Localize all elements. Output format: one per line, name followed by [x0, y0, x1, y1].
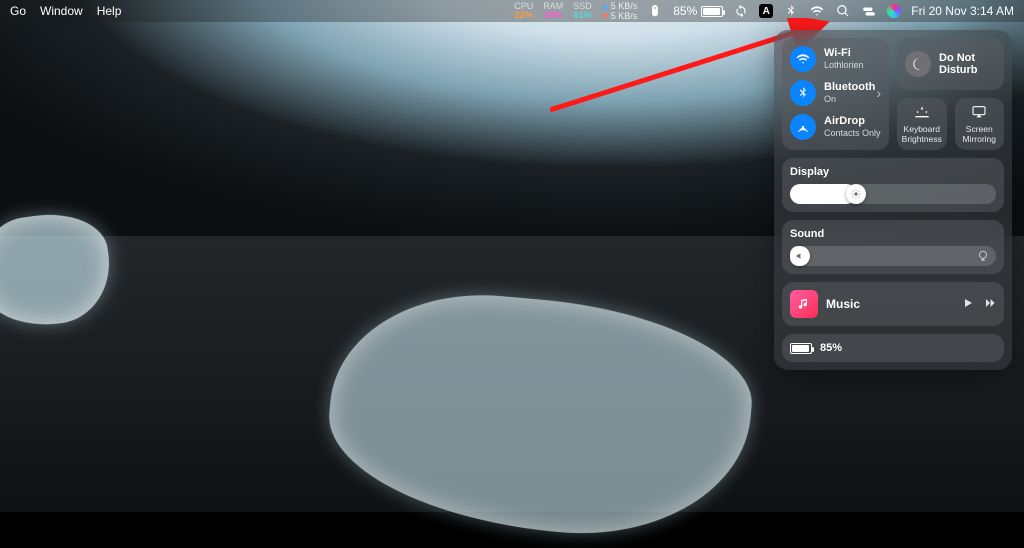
wifi-icon — [790, 46, 816, 72]
search-icon[interactable] — [835, 3, 851, 19]
battery-icon — [790, 343, 812, 354]
sound-label: Sound — [790, 228, 996, 240]
moon-icon — [905, 51, 931, 77]
screen-mirroring-icon — [971, 104, 987, 120]
menu-go[interactable]: Go — [10, 4, 26, 18]
display-brightness-slider[interactable] — [790, 184, 996, 204]
battery-percent: 85% — [820, 342, 842, 354]
bluetooth-toggle[interactable]: BluetoothOn › — [790, 80, 881, 106]
chevron-right-icon[interactable]: › — [876, 85, 881, 101]
battery-icon — [701, 6, 723, 17]
menu-help[interactable]: Help — [97, 4, 122, 18]
sound-volume-slider[interactable] — [790, 246, 996, 266]
airdrop-icon — [790, 114, 816, 140]
menubar-datetime[interactable]: Fri 20 Nov 3:14 AM — [911, 4, 1014, 18]
wifi-icon[interactable] — [809, 3, 825, 19]
airplay-audio-icon[interactable] — [976, 249, 990, 263]
music-app-icon — [790, 290, 818, 318]
stat-cpu[interactable]: CPU 22% — [514, 2, 533, 20]
menu-window[interactable]: Window — [40, 4, 83, 18]
display-label: Display — [790, 166, 996, 178]
play-button[interactable] — [962, 297, 974, 312]
stat-ssd[interactable]: SSD 61% — [573, 2, 592, 20]
menubar-battery-percent: 85% — [673, 4, 697, 18]
siri-icon[interactable] — [887, 4, 901, 18]
now-playing-tile[interactable]: Music — [782, 282, 1004, 326]
control-center-icon[interactable] — [861, 3, 877, 19]
bluetooth-icon — [790, 80, 816, 106]
screen-mirroring-button[interactable]: Screen Mirroring — [955, 98, 1005, 150]
now-playing-title: Music — [826, 297, 954, 311]
next-track-button[interactable] — [984, 297, 996, 312]
speaker-icon — [795, 251, 805, 261]
bluetooth-icon[interactable] — [783, 3, 799, 19]
keyboard-brightness-button[interactable]: Keyboard Brightness — [897, 98, 947, 150]
stat-ram[interactable]: RAM 38% — [543, 2, 563, 20]
mouse-icon[interactable] — [647, 3, 663, 19]
control-center-panel: Wi-FiLothlorien BluetoothOn › AirDropCon… — [774, 30, 1012, 370]
airdrop-toggle[interactable]: AirDropContacts Only — [790, 114, 881, 140]
battery-tile[interactable]: 85% — [782, 334, 1004, 362]
stat-network[interactable]: 5 KB/s 5 KB/s — [602, 1, 638, 21]
sync-icon[interactable] — [733, 3, 749, 19]
sun-icon — [851, 189, 861, 199]
keyboard-brightness-icon — [914, 104, 930, 120]
input-source-icon[interactable]: A — [759, 4, 773, 18]
menubar: Go Window Help CPU 22% RAM 38% SSD 61% 5… — [0, 0, 1024, 22]
do-not-disturb-toggle[interactable]: Do Not Disturb — [897, 38, 1004, 90]
wifi-toggle[interactable]: Wi-FiLothlorien — [790, 46, 881, 72]
sound-tile: Sound — [782, 220, 1004, 274]
display-tile: Display — [782, 158, 1004, 212]
menubar-battery[interactable]: 85% — [673, 4, 723, 18]
connectivity-tile: Wi-FiLothlorien BluetoothOn › AirDropCon… — [782, 38, 889, 150]
